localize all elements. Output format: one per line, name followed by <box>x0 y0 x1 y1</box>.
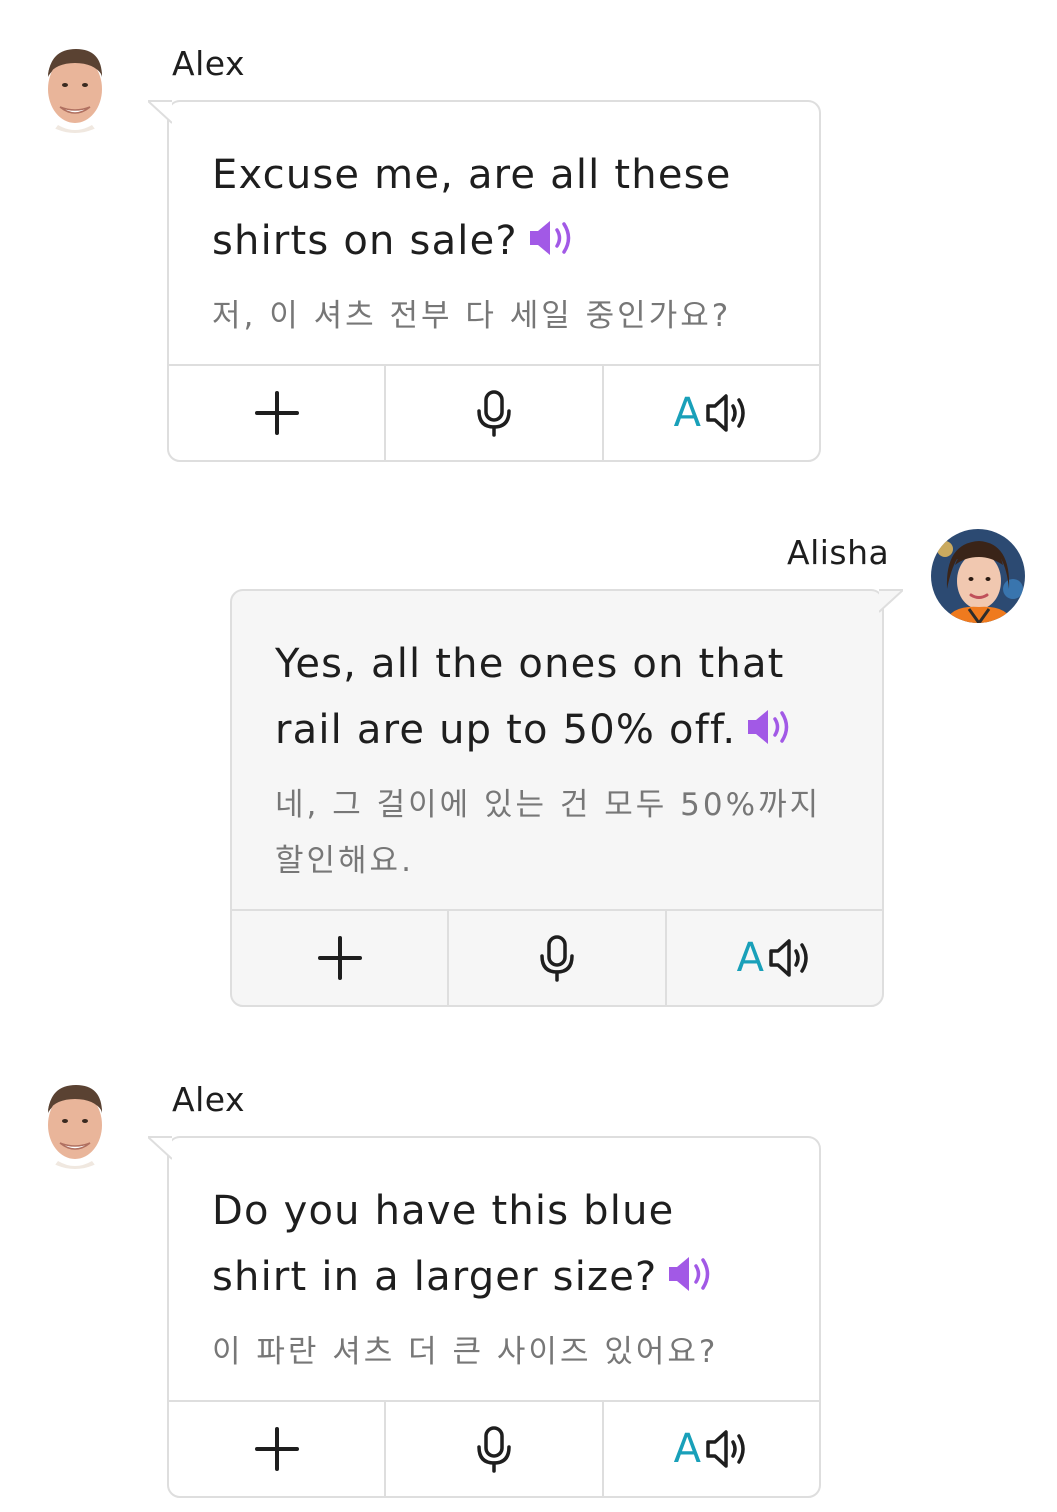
english-text: Yes, all the ones on that rail are up to… <box>275 641 785 753</box>
speaker-icon <box>706 394 745 432</box>
play-audio-icon[interactable] <box>528 212 576 278</box>
avatar-alex <box>28 1075 122 1169</box>
play-audio-icon[interactable] <box>746 701 794 767</box>
tts-button[interactable]: A <box>667 911 882 1005</box>
bubble-tail <box>879 589 903 613</box>
bubble-tail <box>148 100 172 124</box>
korean-translation: 이 파란 셔츠 더 큰 사이즈 있어요? <box>212 1334 719 1370</box>
avatar-alisha <box>931 529 1025 623</box>
tts-button[interactable]: A <box>604 366 819 460</box>
korean-translation: 네, 그 걸이에 있는 건 모두 50%까지 할인해요. <box>275 787 822 879</box>
microphone-icon <box>477 390 511 437</box>
speaker-icon <box>769 939 808 977</box>
message-toolbar: A <box>169 364 819 460</box>
english-text: Excuse me, are all these shirts on sale? <box>212 152 732 264</box>
tts-button[interactable]: A <box>604 1402 819 1496</box>
english-sentence: Yes, all the ones on that rail are up to… <box>275 631 840 767</box>
speaker-name: Alex <box>172 1080 245 1119</box>
add-button[interactable] <box>232 911 450 1005</box>
add-button[interactable] <box>169 1402 387 1496</box>
english-text: Do you have this blue shirt in a larger … <box>212 1188 675 1300</box>
message-toolbar: A <box>169 1400 819 1496</box>
tts-letter: A <box>736 935 764 981</box>
korean-translation: 저, 이 셔츠 전부 다 세일 중인가요? <box>212 298 732 334</box>
plus-icon <box>254 391 299 435</box>
bubble-tail <box>148 1136 172 1160</box>
message-bubble: Yes, all the ones on that rail are up to… <box>230 589 903 1007</box>
speaker-name: Alisha <box>787 533 890 572</box>
tts-letter: A <box>673 1426 701 1472</box>
plus-icon <box>254 1427 299 1471</box>
add-button[interactable] <box>169 366 387 460</box>
tts-letter: A <box>673 390 701 436</box>
record-button[interactable] <box>386 366 604 460</box>
microphone-icon <box>540 935 574 982</box>
speaker-name: Alex <box>172 44 245 83</box>
message-toolbar: A <box>232 909 882 1005</box>
microphone-icon <box>477 1426 511 1473</box>
avatar-alex <box>28 39 122 133</box>
message-bubble: Do you have this blue shirt in a larger … <box>148 1136 821 1498</box>
english-sentence: Do you have this blue shirt in a larger … <box>212 1178 777 1314</box>
record-button[interactable] <box>449 911 667 1005</box>
play-audio-icon[interactable] <box>667 1248 715 1314</box>
english-sentence: Excuse me, are all these shirts on sale? <box>212 142 777 278</box>
speaker-icon <box>706 1430 745 1468</box>
record-button[interactable] <box>386 1402 604 1496</box>
plus-icon <box>317 936 362 980</box>
message-bubble: Excuse me, are all these shirts on sale?… <box>148 100 821 462</box>
